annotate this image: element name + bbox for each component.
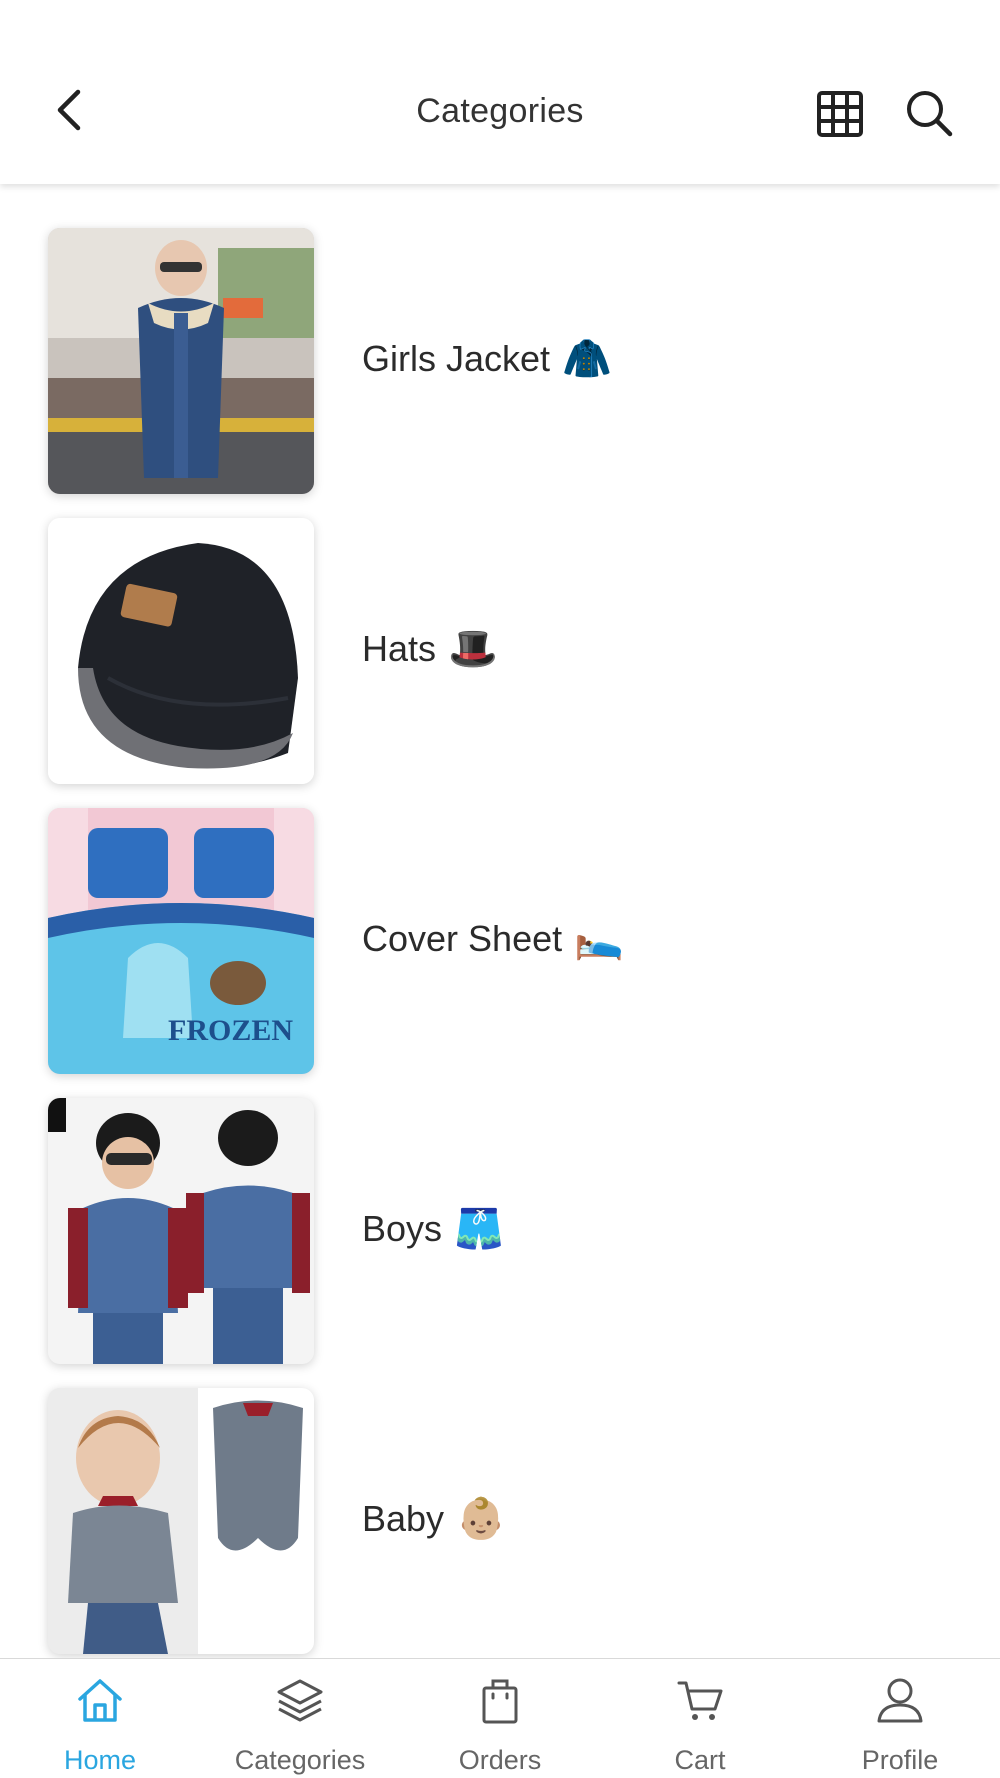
- nav-profile[interactable]: Profile: [800, 1659, 1000, 1778]
- layers-icon: [277, 1679, 323, 1722]
- coat-emoji: 🧥: [562, 337, 612, 381]
- app-header: Categories: [0, 0, 1000, 184]
- categories-screen: Categories Girls Jacket 🧥 Hats 🎩 FROZEN …: [0, 0, 1000, 1778]
- nav-label: Categories: [234, 1745, 366, 1775]
- category-name: Girls Jacket: [362, 338, 551, 379]
- svg-text:FROZEN: FROZEN: [168, 1014, 293, 1047]
- nav-orders[interactable]: Orders: [400, 1659, 600, 1778]
- cart-icon: [677, 1681, 723, 1720]
- nav-label: Cart: [674, 1745, 726, 1775]
- category-item-girls-jacket[interactable]: Girls Jacket 🧥: [0, 184, 1000, 494]
- category-name: Hats: [362, 628, 437, 669]
- nav-label: Home: [63, 1745, 137, 1775]
- baby-emoji: 👶🏼: [456, 1497, 506, 1541]
- category-name: Boys: [362, 1208, 443, 1249]
- category-name: Baby: [362, 1498, 445, 1539]
- category-item-cover-sheet[interactable]: FROZEN Cover Sheet 🛌: [0, 760, 1000, 1074]
- category-label: Girls Jacket 🧥: [362, 338, 612, 380]
- category-label: Baby 👶🏼: [362, 1498, 506, 1540]
- user-icon: [877, 1678, 923, 1723]
- category-list: Girls Jacket 🧥 Hats 🎩 FROZEN Cover Sheet…: [0, 184, 1000, 1658]
- home-icon: [78, 1679, 122, 1722]
- search-icon: [907, 91, 953, 137]
- nav-label: Profile: [861, 1745, 939, 1775]
- category-item-hats[interactable]: Hats 🎩: [0, 470, 1000, 784]
- top-hat-emoji: 🎩: [448, 627, 498, 671]
- shorts-emoji: 🩳: [454, 1207, 504, 1251]
- baby-image: [48, 1388, 314, 1654]
- bed-emoji: 🛌: [574, 917, 624, 961]
- category-label: Boys 🩳: [362, 1208, 504, 1250]
- cover-sheet-image: FROZEN: [48, 808, 314, 1074]
- nav-cart[interactable]: Cart: [600, 1659, 800, 1778]
- category-item-boys[interactable]: Boys 🩳: [0, 1050, 1000, 1364]
- category-name: Cover Sheet: [362, 918, 563, 959]
- grid-icon: [817, 91, 863, 137]
- bottom-navigation: Home Categories Orders Cart Profile: [0, 1658, 1000, 1778]
- category-label: Hats 🎩: [362, 628, 498, 670]
- search-button[interactable]: [902, 86, 956, 140]
- nav-label: Orders: [458, 1745, 542, 1775]
- shopping-bag-icon: [482, 1679, 518, 1724]
- girls-jacket-image: [48, 228, 314, 494]
- category-item-baby[interactable]: Baby 👶🏼: [0, 1340, 1000, 1654]
- boys-image: [48, 1098, 314, 1364]
- grid-view-button[interactable]: [814, 88, 866, 140]
- category-label: Cover Sheet 🛌: [362, 918, 624, 960]
- hats-image: [48, 518, 314, 784]
- nav-categories[interactable]: Categories: [200, 1659, 400, 1778]
- nav-home[interactable]: Home: [0, 1659, 200, 1778]
